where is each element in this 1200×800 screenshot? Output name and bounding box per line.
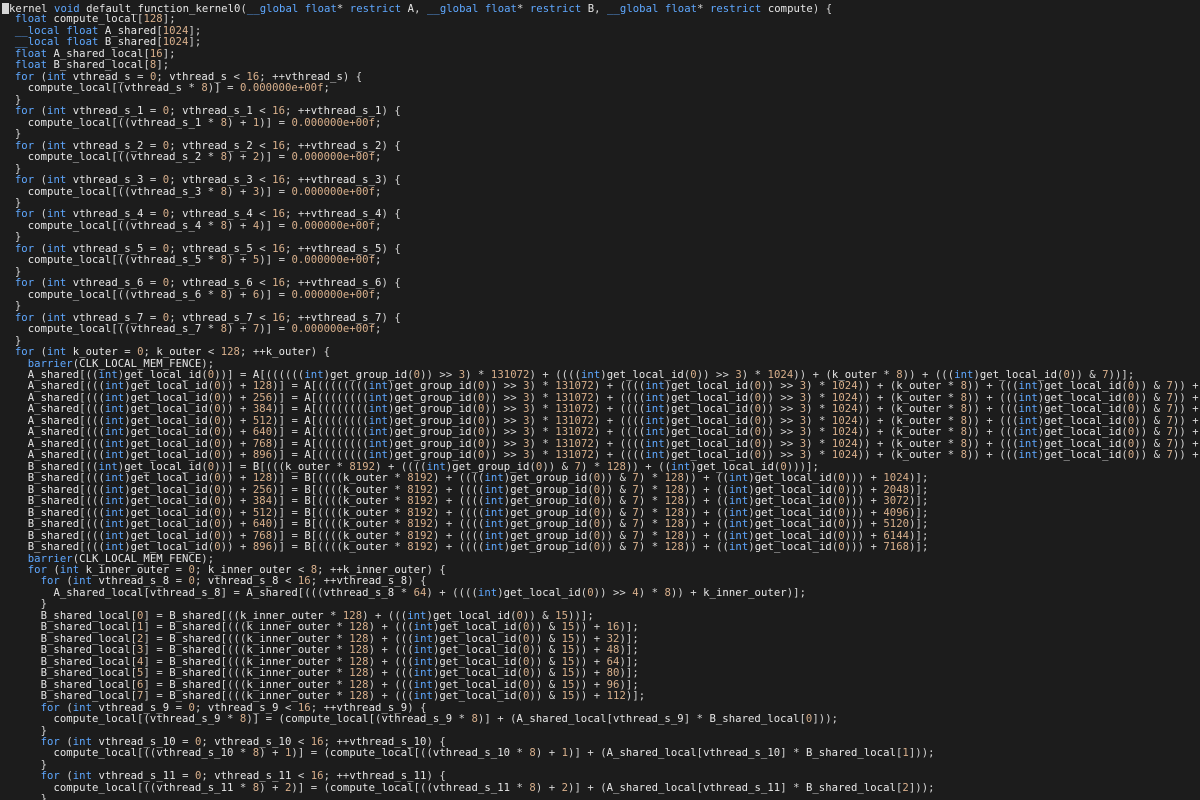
code-line[interactable]: compute_local[((vthread_s_5 * 8) + 5)] =… — [0, 255, 1200, 266]
code-line[interactable]: } — [0, 128, 1200, 140]
code-line[interactable]: } — [0, 794, 1200, 800]
code-line[interactable]: compute_local[((vthread_s_3 * 8) + 3)] =… — [0, 186, 1200, 198]
code-line[interactable]: compute_local[((vthread_s_11 * 8) + 2)] … — [0, 782, 1200, 794]
code-line[interactable]: compute_local[((vthread_s_4 * 8) + 4)] =… — [0, 220, 1200, 232]
code-editor[interactable]: kernel void default_function_kernel0(__g… — [0, 0, 1200, 800]
code-line[interactable]: kernel void default_function_kernel0(__g… — [0, 3, 1200, 15]
code-line[interactable]: compute_local[((vthread_s_2 * 8) + 2)] =… — [0, 151, 1200, 163]
code-line[interactable]: compute_local[(vthread_s_9 * 8)] = (comp… — [0, 713, 1200, 725]
code-line[interactable]: } — [0, 300, 1200, 312]
code-line[interactable]: A_shared_local[vthread_s_8] = A_shared[(… — [0, 587, 1200, 599]
code-line[interactable]: compute_local[((vthread_s_1 * 8) + 1)] =… — [0, 117, 1200, 129]
code-line[interactable]: compute_local[(vthread_s * 8)] = 0.00000… — [0, 83, 1200, 94]
code-line[interactable]: float A_shared_local[16]; — [0, 48, 1200, 60]
code-line[interactable]: compute_local[((vthread_s_6 * 8) + 6)] =… — [0, 289, 1200, 301]
text-cursor — [2, 3, 9, 14]
code-line[interactable]: compute_local[((vthread_s_7 * 8) + 7)] =… — [0, 323, 1200, 335]
code-line[interactable]: compute_local[((vthread_s_10 * 8) + 1)] … — [0, 748, 1200, 759]
code-line[interactable]: __local float B_shared[1024]; — [0, 37, 1200, 48]
